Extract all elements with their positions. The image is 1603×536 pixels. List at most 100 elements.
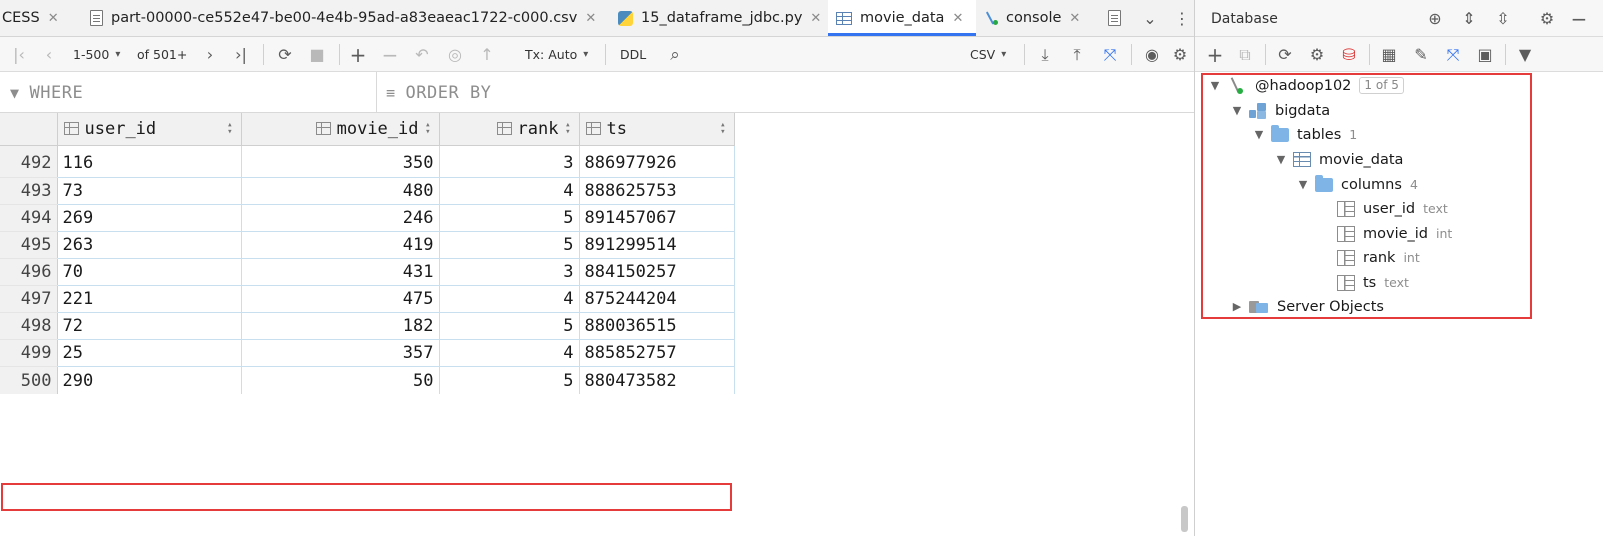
cell-user-id[interactable]: 25 — [57, 339, 242, 368]
cell-movie-id[interactable]: 50 — [241, 366, 440, 394]
last-page-icon[interactable]: ›| — [229, 37, 253, 72]
export-icon[interactable]: ⤓ — [1033, 37, 1057, 72]
view-options-icon[interactable]: ◉ — [1140, 37, 1164, 72]
cell-ts[interactable]: 885852757 — [579, 339, 735, 368]
cell-user-id[interactable]: 269 — [57, 204, 242, 232]
cell-movie-id[interactable]: 431 — [241, 258, 440, 286]
settings-icon[interactable]: ⚙ — [1168, 37, 1192, 72]
where-filter-input[interactable]: ▼ WHERE — [10, 72, 370, 113]
datasource-properties-icon[interactable]: ⚙ — [1305, 37, 1329, 72]
tree-node-datasource[interactable]: ▼ @hadoop102 1 of 5 — [1207, 73, 1404, 98]
tab-list-chevron-icon[interactable]: ⌄ — [1138, 0, 1162, 36]
sort-arrows-icon[interactable]: ▴ ▾ — [227, 121, 232, 137]
cell-user-id[interactable]: 72 — [57, 312, 242, 341]
cell-rank[interactable]: 5 — [439, 312, 580, 341]
table-row[interactable]: 498 72 182 5 880036515 — [0, 312, 735, 341]
cell-movie-id[interactable]: 419 — [241, 231, 440, 259]
column-header-ts[interactable]: ts ▴ ▾ — [579, 113, 735, 146]
locate-icon[interactable]: ⊕ — [1423, 0, 1447, 37]
cell-ts[interactable]: 886977926 — [579, 150, 735, 178]
collapse-all-icon[interactable]: ⇳ — [1491, 0, 1515, 37]
table-row[interactable]: 499 25 357 4 885852757 — [0, 339, 735, 368]
cell-user-id[interactable]: 116 — [57, 150, 242, 178]
refresh-icon[interactable]: ⟳ — [1273, 37, 1297, 72]
import-icon[interactable]: ⤒ — [1065, 37, 1089, 72]
tree-node-server-objects[interactable]: ▶ Server Objects — [1229, 294, 1384, 319]
close-icon[interactable]: ✕ — [585, 11, 596, 26]
cell-rank[interactable]: 4 — [439, 285, 580, 314]
table-row[interactable]: 497 221 475 4 875244204 — [0, 285, 735, 314]
chevron-down-icon[interactable]: ▼ — [1295, 178, 1311, 191]
table-row[interactable]: 492 116 350 3 886977926 — [0, 150, 735, 178]
vertical-scrollbar[interactable] — [1181, 506, 1188, 532]
table-row[interactable]: 496 70 431 3 884150257 — [0, 258, 735, 286]
cell-user-id[interactable]: 70 — [57, 258, 242, 286]
compare-icon[interactable]: ⤧ — [1098, 37, 1122, 72]
schema-count-badge[interactable]: 1 of 5 — [1359, 77, 1404, 94]
cell-ts[interactable]: 884150257 — [579, 258, 735, 286]
export-format-select[interactable]: CSV ▾ — [970, 37, 1006, 72]
edit-icon[interactable]: ✎ — [1409, 37, 1433, 72]
disconnect-icon[interactable]: ⛁ — [1337, 37, 1361, 72]
order-by-input[interactable]: ≡ ORDER BY — [386, 72, 1166, 113]
preview-changes-icon[interactable]: ◎ — [443, 37, 467, 72]
cell-movie-id[interactable]: 182 — [241, 312, 440, 341]
table-row[interactable]: 495 263 419 5 891299514 — [0, 231, 735, 259]
chevron-down-icon[interactable]: ▼ — [1207, 79, 1223, 92]
cell-movie-id[interactable]: 350 — [241, 150, 440, 178]
chevron-down-icon[interactable]: ▼ — [1229, 104, 1245, 117]
expand-all-icon[interactable]: ⇕ — [1457, 0, 1481, 37]
cell-movie-id[interactable]: 246 — [241, 204, 440, 232]
next-page-icon[interactable]: › — [199, 37, 221, 72]
cell-user-id[interactable]: 73 — [57, 177, 242, 205]
close-icon[interactable]: ✕ — [1069, 11, 1080, 26]
cell-movie-id[interactable]: 475 — [241, 285, 440, 314]
query-console-icon[interactable]: ▣ — [1473, 37, 1497, 72]
cell-ts[interactable]: 875244204 — [579, 285, 735, 314]
close-icon[interactable]: ✕ — [810, 11, 821, 26]
search-icon[interactable]: ⌕ — [662, 37, 688, 72]
cell-ts[interactable]: 880036515 — [579, 312, 735, 341]
tree-node-column[interactable]: rank int — [1337, 245, 1420, 270]
tab-access[interactable]: CESS ✕ — [0, 0, 80, 36]
column-header-rank[interactable]: rank ▴ ▾ — [439, 113, 580, 146]
cell-ts[interactable]: 888625753 — [579, 177, 735, 205]
chevron-down-icon[interactable]: ▼ — [1251, 128, 1267, 141]
cell-rank[interactable]: 4 — [439, 177, 580, 205]
new-datasource-icon[interactable]: + — [1203, 37, 1227, 72]
tab-csv-file[interactable]: part-00000-ce552e47-be00-4e4b-95ad-a83ea… — [86, 0, 598, 36]
cell-rank[interactable]: 4 — [439, 339, 580, 368]
submit-icon[interactable]: ↑ — [475, 37, 499, 72]
delete-row-icon[interactable]: − — [378, 37, 402, 72]
first-page-icon[interactable]: |‹ — [8, 37, 30, 72]
cell-rank[interactable]: 3 — [439, 150, 580, 178]
tree-node-tables-folder[interactable]: ▼ tables 1 — [1251, 122, 1357, 147]
cell-rank[interactable]: 3 — [439, 258, 580, 286]
cell-rank[interactable]: 5 — [439, 231, 580, 259]
filter-icon[interactable]: ▼ — [1513, 37, 1537, 72]
cell-rank[interactable]: 5 — [439, 204, 580, 232]
cell-movie-id[interactable]: 480 — [241, 177, 440, 205]
sort-arrows-icon[interactable]: ▴ ▾ — [565, 121, 570, 137]
column-header-movie-id[interactable]: movie_id ▴ ▾ — [241, 113, 440, 146]
chevron-right-icon[interactable]: ▶ — [1229, 300, 1245, 313]
table-row[interactable]: 493 73 480 4 888625753 — [0, 177, 735, 205]
table-row[interactable]: 494 269 246 5 891457067 — [0, 204, 735, 232]
page-size-select[interactable]: 1-500 ▾ — [73, 37, 120, 72]
cell-user-id[interactable]: 221 — [57, 285, 242, 314]
tree-node-columns-folder[interactable]: ▼ columns 4 — [1295, 172, 1418, 197]
tree-node-schema[interactable]: ▼ bigdata — [1229, 98, 1330, 123]
tab-overflow-partial[interactable] — [1104, 0, 1134, 36]
chevron-down-icon[interactable]: ▼ — [1273, 153, 1289, 166]
cell-rank[interactable]: 5 — [439, 366, 580, 394]
tree-node-column[interactable]: ts text — [1337, 270, 1409, 295]
table-row-highlighted[interactable]: 500 290 50 5 880473582 — [0, 366, 735, 394]
transaction-mode-select[interactable]: Tx: Auto ▾ — [525, 37, 588, 72]
cell-ts[interactable]: 891457067 — [579, 204, 735, 232]
revert-icon[interactable]: ↶ — [410, 37, 434, 72]
cell-movie-id[interactable]: 357 — [241, 339, 440, 368]
sort-arrows-icon[interactable]: ▴ ▾ — [720, 121, 725, 137]
reload-icon[interactable]: ⟳ — [273, 37, 297, 72]
stop-icon[interactable]: ■ — [305, 37, 329, 72]
cell-ts[interactable]: 891299514 — [579, 231, 735, 259]
